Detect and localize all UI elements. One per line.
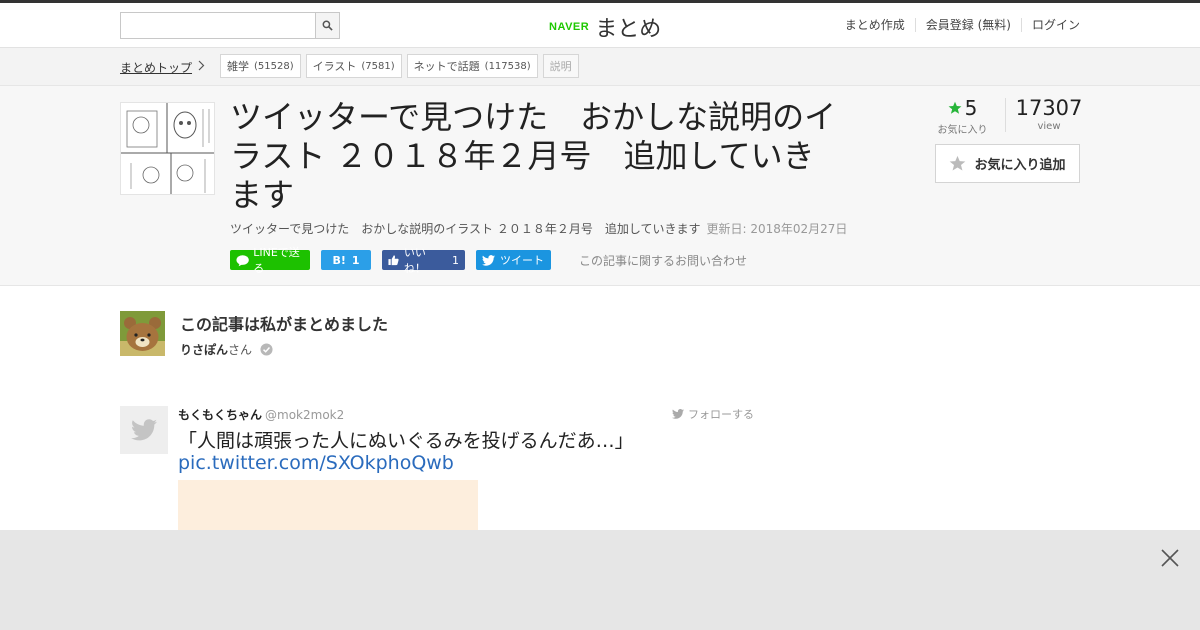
article-thumbnail[interactable]: [120, 102, 215, 195]
logo-name: まとめ: [595, 17, 662, 42]
verified-check-icon: [260, 343, 273, 356]
nav-create-matome[interactable]: まとめ作成: [835, 18, 915, 32]
author-heading: この記事は私がまとめました: [180, 315, 389, 334]
add-favorite-button[interactable]: お気に入り追加: [935, 144, 1080, 183]
twitter-bird-icon: [131, 419, 157, 441]
tweet-user-avatar[interactable]: [120, 406, 168, 454]
tag-setsumei[interactable]: 説明: [542, 54, 579, 78]
description-text: ツイッターで見つけた おかしな説明のイラスト ２０１８年２月号 追加していきます: [230, 222, 701, 236]
tweet-user-handle[interactable]: @mok2mok2: [265, 408, 344, 422]
author-avatar[interactable]: [120, 311, 165, 356]
view-count: 17307: [1015, 96, 1083, 120]
hatena-count: 1: [351, 253, 360, 267]
twitter-bird-icon: [482, 254, 495, 266]
tweet-label: ツイート: [500, 254, 544, 267]
chevron-right-icon: [198, 60, 205, 71]
bear-avatar-image: [120, 311, 165, 356]
naver-matome-logo[interactable]: NAVER まとめ: [549, 11, 661, 43]
tag-illust[interactable]: イラスト (7581): [305, 54, 402, 78]
line-share-label: LINEで送る: [253, 246, 300, 275]
tag-label: ネットで話題: [413, 60, 480, 73]
add-favorite-label: お気に入り追加: [974, 158, 1066, 173]
logo-brand: NAVER: [549, 21, 590, 33]
search-icon: [322, 20, 333, 31]
tag-count: (7581): [361, 60, 395, 72]
tag-label: 説明: [549, 60, 572, 73]
view-label: view: [1037, 121, 1061, 132]
tweet-text: 「人間は頑張った人にぬいぐるみを投げるんだあ…」: [178, 430, 634, 452]
favorites-stat: 5 お気に入り: [935, 96, 990, 136]
hatena-label: B!: [332, 253, 346, 267]
article-title: ツイッターで見つけた おかしな説明のイラスト ２０１８年２月号 追加していきます: [230, 98, 837, 214]
manga-thumbnail-image: [121, 103, 214, 194]
breadcrumb-top-link[interactable]: まとめトップ: [120, 59, 192, 76]
category-tags: 雑学 (51528) イラスト (7581) ネットで話題 (117538) 説明: [220, 54, 584, 78]
follow-label: フォローする: [688, 408, 754, 421]
line-icon: [236, 254, 249, 266]
tag-count: (51528): [254, 60, 294, 72]
fb-like-label: いいね！: [403, 246, 426, 275]
contact-link[interactable]: この記事に関するお問い合わせ: [579, 252, 747, 269]
star-icon: [948, 101, 962, 114]
star-outline-icon: [950, 155, 966, 171]
favorites-label: お気に入り: [937, 125, 988, 136]
thumbs-up-icon: [388, 255, 399, 266]
ad-banner: [0, 530, 1200, 630]
updated-date: 更新日: 2018年02月27日: [706, 222, 848, 236]
tweet-user: もくもくちゃん @mok2mok2: [178, 406, 344, 423]
follow-button[interactable]: フォローする: [672, 406, 754, 422]
search-button[interactable]: [315, 12, 340, 39]
view-stat: 17307 view: [1015, 96, 1083, 132]
facebook-like-button[interactable]: いいね！ 1: [382, 246, 465, 275]
share-bar: LINEで送る B! 1 いいね！ 1 ツイート この記事に関するお問い合わせ: [230, 246, 747, 275]
nav-login[interactable]: ログイン: [1020, 18, 1080, 32]
search-input[interactable]: [120, 12, 315, 39]
breadcrumb: まとめトップ 雑学 (51528) イラスト (7581) ネットで話題 (11753…: [0, 48, 1200, 86]
site-header: NAVER まとめ まとめ作成 会員登録 (無料) ログイン: [0, 3, 1200, 48]
favorites-count: 5: [964, 96, 978, 120]
twitter-bird-icon: [672, 409, 684, 419]
author-name-row: りさぽん さん: [180, 341, 273, 358]
article-description: ツイッターで見つけた おかしな説明のイラスト ２０１８年２月号 追加していきます…: [230, 220, 847, 237]
fb-like-count: 1: [452, 253, 459, 267]
close-icon[interactable]: [1160, 548, 1180, 568]
author-suffix: さん: [228, 343, 253, 357]
tweet-pic-link[interactable]: pic.twitter.com/SXOkphoQwb: [178, 452, 454, 474]
author-name[interactable]: りさぽん: [180, 341, 228, 358]
tag-label: イラスト: [312, 60, 357, 73]
tag-count: (117538): [484, 60, 531, 72]
tweet-user-name[interactable]: もくもくちゃん: [178, 408, 262, 422]
tweet-button[interactable]: ツイート: [476, 250, 551, 270]
tag-label: 雑学: [227, 60, 249, 73]
tag-zatsugaku[interactable]: 雑学 (51528): [220, 54, 301, 78]
hatena-bookmark-button[interactable]: B! 1: [321, 250, 371, 270]
stat-divider: [1005, 98, 1006, 132]
nav-register[interactable]: 会員登録 (無料): [914, 18, 1021, 32]
search-box: [120, 12, 340, 39]
line-share-button[interactable]: LINEで送る: [230, 246, 310, 275]
article-header: ツイッターで見つけた おかしな説明のイラスト ２０１８年２月号 追加していきます…: [0, 86, 1200, 286]
header-nav: まとめ作成 会員登録 (無料) ログイン: [835, 18, 1080, 32]
tag-net-wadai[interactable]: ネットで話題 (117538): [406, 54, 538, 78]
